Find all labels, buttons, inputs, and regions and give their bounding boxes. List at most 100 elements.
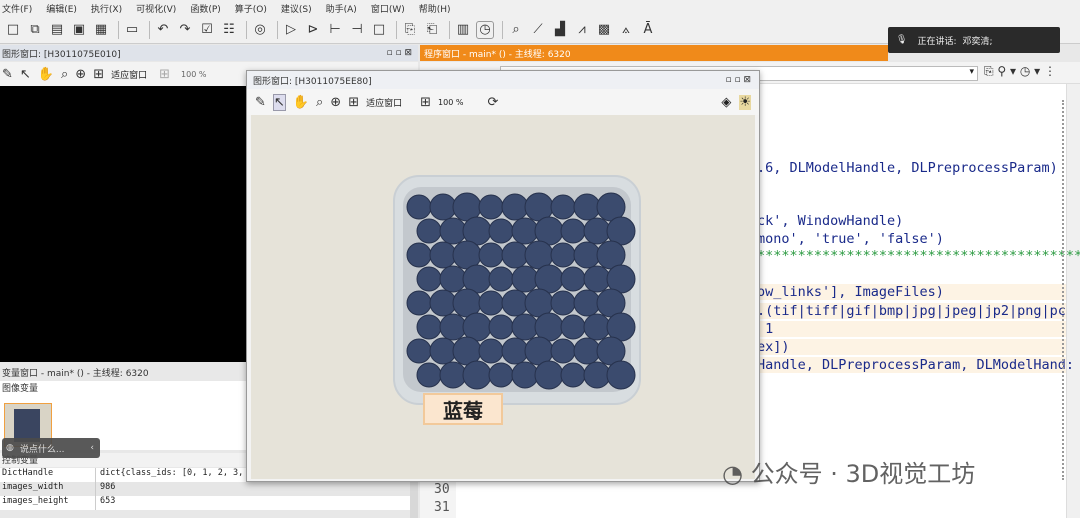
zoom-icon[interactable]: ⌕ [316,95,323,110]
comment-input-pill[interactable]: ◍ 说点什么... ‹ [2,438,100,458]
speaker-name: 邓奕清; [962,36,993,47]
chevron-down-icon[interactable]: ▾ [969,67,974,77]
code-line[interactable]: ow_links'], ImageFiles) [757,284,1066,300]
pointer-icon[interactable]: ↖ [272,93,286,111]
blueberry [534,360,564,390]
blueberry [406,338,432,364]
left-graphics-canvas[interactable] [0,86,248,362]
save-all-icon[interactable]: ▦ [92,21,110,39]
open-icon[interactable]: ▤ [48,21,66,39]
program-window-title: 程序窗口 - main* () - 主线程: 6320 [420,45,888,61]
program-tool-icons[interactable]: ⎘ ⚲ ▾ ◷ ▾ ⋮ [984,64,1056,79]
inspect-icon[interactable]: ▩ [595,21,613,39]
profile-icon[interactable]: ⟑ [617,21,635,39]
line-chart-icon[interactable]: ⟋ [529,21,547,39]
left-graphics-window-title: 图形窗口: [H3011075E010] ▫ ▫ ⊠ [0,45,418,61]
vertical-scrollbar[interactable] [1066,84,1080,518]
zoom-level[interactable]: 100 % [438,98,463,107]
zoom-level-icon[interactable]: ⊞ [159,67,170,82]
variable-name: images_width [0,482,96,496]
step-over-icon[interactable]: ⊢ [326,21,344,39]
blueberry [406,290,432,316]
code-line[interactable]: Handle, DLPreprocessParam, DLModelHand: [757,357,1074,373]
code-comment-line[interactable]: ****************************************… [757,248,1080,264]
menu-assistants[interactable]: 助手(A) [326,2,357,15]
save-icon[interactable]: ▣ [70,21,88,39]
redo-icon[interactable]: ↷ [176,21,194,39]
new-window-icon[interactable]: ⧉ [26,21,44,39]
layers-icon[interactable]: ◈ [721,95,731,110]
variable-name: DictHandle [0,468,96,482]
fit-window-label[interactable]: 适应窗口 [111,68,147,81]
code-line[interactable]: ck', WindowHandle) [757,213,903,229]
histogram-icon[interactable]: ▟ [551,21,569,39]
code-line[interactable]: mono', 'true', 'false') [757,231,944,247]
code-line[interactable]: .(tif|tiff|gif|bmp|jpg|jpeg|jp2|png|pc [757,303,1066,319]
wechat-icon: ◔ [722,460,751,488]
blueberry [406,242,432,268]
code-line[interactable]: .6, DLModelHandle, DLPreprocessParam) [757,160,1058,176]
brush-icon[interactable]: ✎ [255,95,266,110]
menu-execute[interactable]: 执行(X) [91,2,122,15]
hand-icon[interactable]: ✋ [293,95,309,110]
blueberry [488,314,514,340]
menu-operators[interactable]: 算子(O) [235,2,267,15]
comment-placeholder: 说点什么... [19,444,65,455]
ocr-icon[interactable]: Ā [639,21,657,39]
blueberry [416,314,442,340]
window-controls-icon[interactable]: ▫ ▫ ⊠ [387,48,412,58]
table-row[interactable]: images_width 986 [0,482,410,496]
menu-window[interactable]: 窗口(W) [371,2,405,15]
reset-icon[interactable]: ⎘ [401,21,419,39]
record-icon[interactable]: ▭ [123,21,141,39]
draw-shape-icon[interactable]: ⟳ [487,95,498,110]
stop-icon[interactable]: □ [370,21,388,39]
hand-icon[interactable]: ✋ [38,67,54,82]
chart-icon[interactable]: ⩘ [573,21,591,39]
zoom-in-icon[interactable]: ⊕ [75,67,86,82]
menu-suggestions[interactable]: 建议(S) [281,2,312,15]
graphics-icon[interactable]: ▥ [454,21,472,39]
checklist-icon[interactable]: ☑ [198,21,216,39]
menu-help[interactable]: 帮助(H) [419,2,451,15]
blueberry [573,337,601,365]
blueberry [488,218,514,244]
window-controls-icon[interactable]: ▫ ▫ ⊠ [726,75,751,85]
zoom-level-icon[interactable]: ⊞ [420,95,431,110]
run-icon[interactable]: ▷ [282,21,300,39]
blueberry [478,338,504,364]
menu-file[interactable]: 文件(F) [2,2,32,15]
chevron-left-icon[interactable]: ‹ [90,443,94,453]
zoom-level[interactable]: 100 % [181,70,206,79]
blueberry [416,266,442,292]
zoom-icon[interactable]: ⌕ [507,21,525,39]
blueberry-image[interactable]: 蓝莓 [251,115,755,479]
settings-list-icon[interactable]: ☷ [220,21,238,39]
code-line[interactable]: ex]) [757,339,1066,355]
undo-icon[interactable]: ↶ [154,21,172,39]
fit-window-label[interactable]: 适应窗口 [366,96,402,109]
code-line[interactable]: 1 [757,321,1066,337]
step-icon[interactable]: ⊳ [304,21,322,39]
menu-functions[interactable]: 函数(P) [190,2,220,15]
blueberries-graphic [406,192,636,390]
lightbulb-icon[interactable]: ☀ [739,94,751,110]
blueberry [439,361,467,389]
blueberry [606,360,636,390]
fit-window-icon[interactable]: ⊞ [93,67,104,82]
brush-icon[interactable]: ✎ [2,67,13,82]
zoom-in-icon[interactable]: ⊕ [330,95,341,110]
binoculars-icon[interactable]: ◎ [251,21,269,39]
table-row[interactable]: images_height 653 [0,496,410,510]
menu-edit[interactable]: 编辑(E) [46,2,77,15]
speaking-notice: 🎙 正在讲话: 邓奕清; [888,27,1060,53]
menu-visualize[interactable]: 可视化(V) [136,2,176,15]
pointer-icon[interactable]: ↖ [20,67,31,82]
step-back-icon[interactable]: ⊣ [348,21,366,39]
fit-window-icon[interactable]: ⊞ [348,95,359,110]
timer-icon[interactable]: ◷ [476,20,494,39]
reset-all-icon[interactable]: ⎗ [423,21,441,39]
popup-title-bar[interactable]: 图形窗口: [H3011075EE80] ▫ ▫ ⊠ [247,71,759,89]
new-file-icon[interactable]: □ [4,21,22,39]
zoom-icon[interactable]: ⌕ [61,67,68,82]
